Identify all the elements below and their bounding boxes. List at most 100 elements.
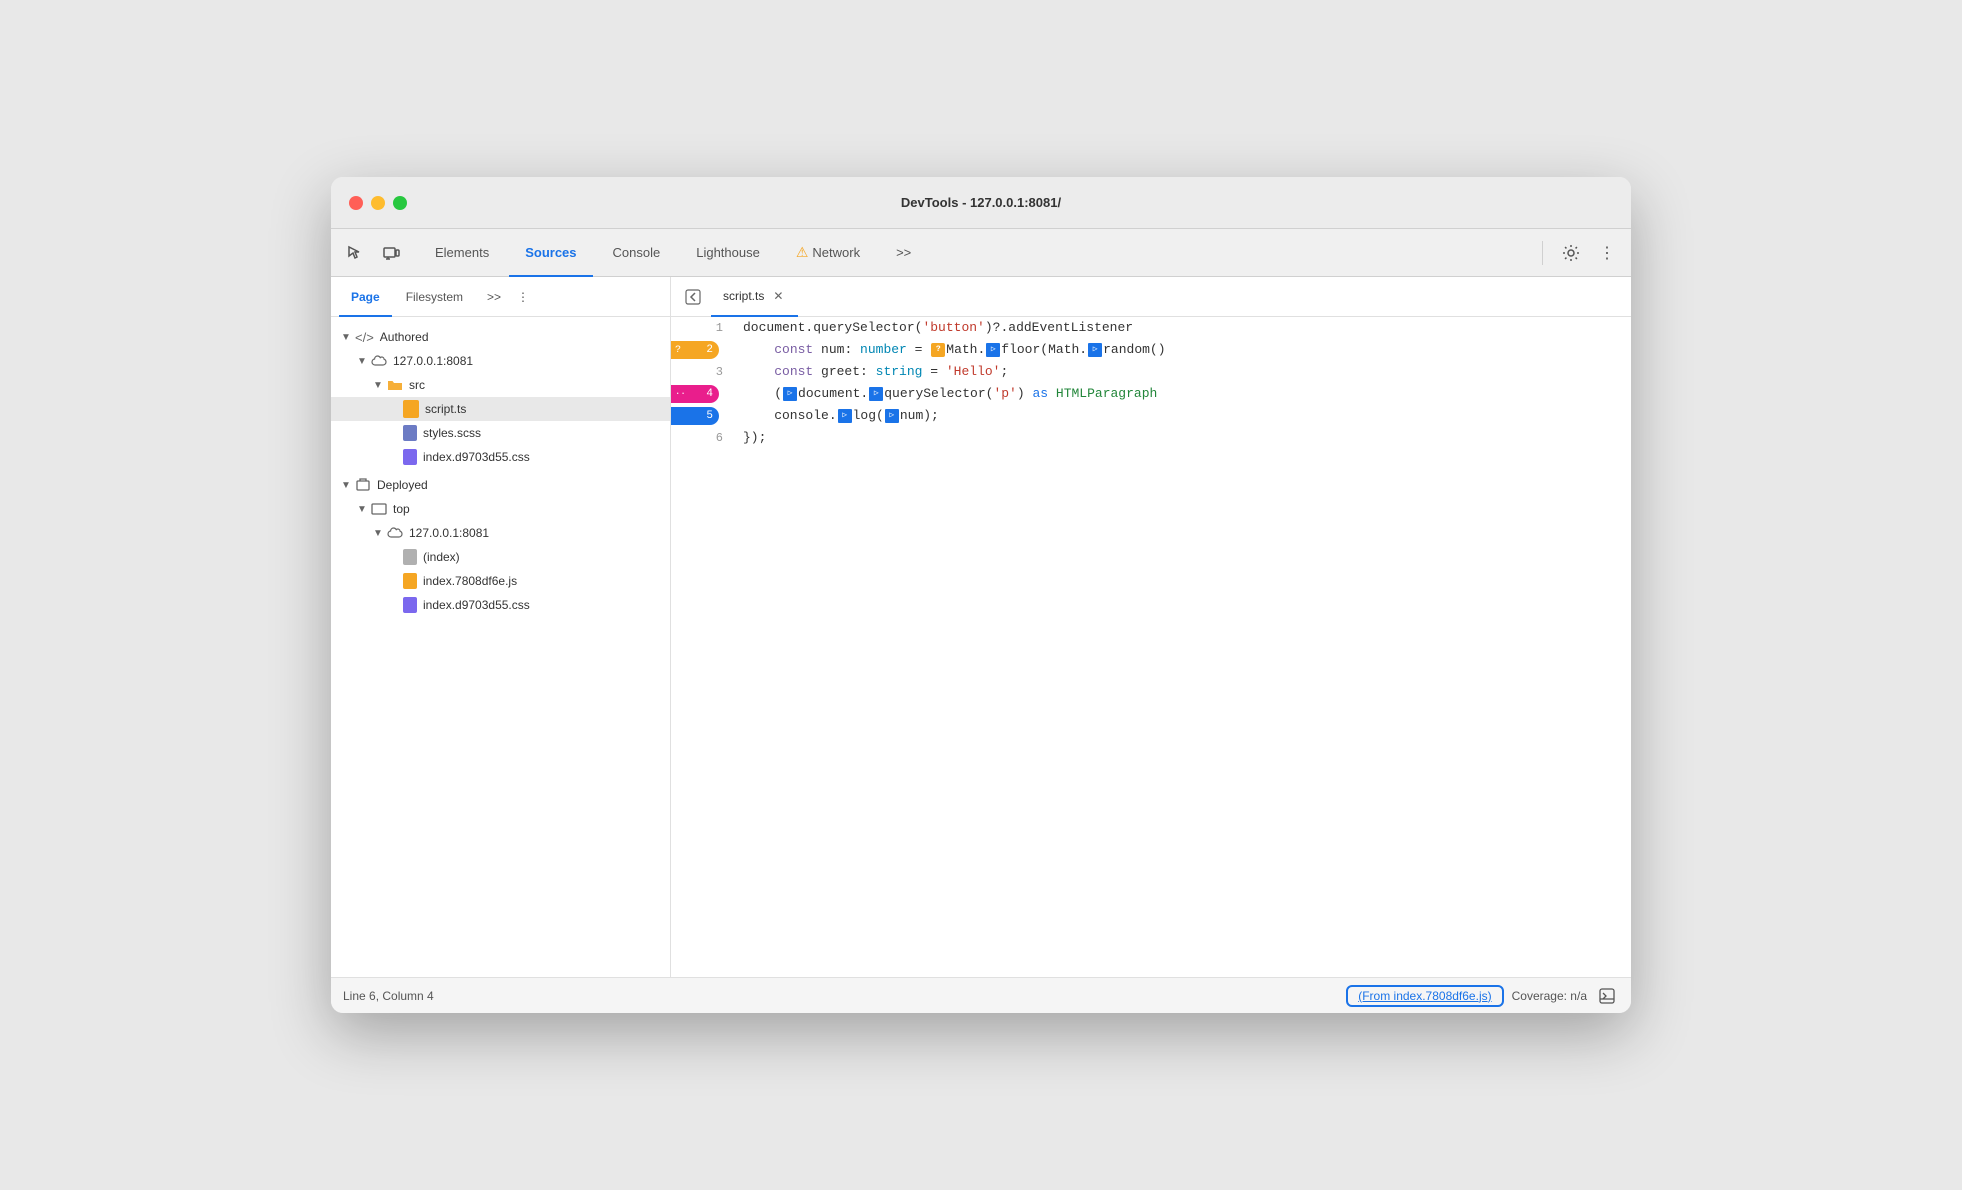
tree-item-authored-host[interactable]: ▼ 127.0.0.1:8081 [331, 349, 670, 373]
tree-item-styles-scss[interactable]: styles.scss [331, 421, 670, 445]
tree-item-index-html[interactable]: (index) [331, 545, 670, 569]
code-area[interactable]: 1 ? 2 3 [671, 317, 1631, 977]
more-options-button[interactable]: ⋮ [1591, 237, 1623, 269]
top-folder-icon [371, 502, 387, 516]
badge-dots-icon: ·· [675, 389, 686, 399]
tree-arrow-src: ▼ [371, 378, 385, 392]
main-area: Page Filesystem >> ⋮ ▼ </> Authored [331, 277, 1631, 977]
more-options-icon: ⋮ [1599, 243, 1615, 263]
window-title: DevTools - 127.0.0.1:8081/ [901, 195, 1061, 210]
coverage-text: Coverage: n/a [1512, 989, 1587, 1003]
tab-sources[interactable]: Sources [509, 229, 592, 277]
line-number-2: ? 2 [671, 339, 731, 361]
authored-icon: </> [355, 330, 374, 345]
tree-arrow-index-css [387, 450, 401, 464]
tree-item-index-css[interactable]: index.d9703d55.css [331, 445, 670, 469]
tree-arrow-index-js [387, 574, 401, 588]
tree-arrow-script-ts [387, 402, 401, 416]
tree-label-index-css2: index.d9703d55.css [423, 598, 530, 612]
toolbar-right: ⋮ [1534, 237, 1623, 269]
sidebar-tabs: Page Filesystem >> ⋮ [331, 277, 670, 317]
console-panel-button[interactable] [1595, 984, 1619, 1008]
tree-item-script-ts[interactable]: script.ts [331, 397, 670, 421]
minimize-button[interactable] [371, 196, 385, 210]
type-icon-blue-4a: ▷ [783, 387, 797, 401]
cloud-icon-deployed [387, 526, 403, 540]
tree-arrow-deployed: ▼ [339, 478, 353, 492]
editor-tab-filename: script.ts [723, 289, 764, 303]
sidebar: Page Filesystem >> ⋮ ▼ </> Authored [331, 277, 671, 977]
code-line-3: const greet: string = 'Hello'; [743, 361, 1619, 383]
tree-arrow-index-html [387, 550, 401, 564]
tree-arrow-deployed-host: ▼ [371, 526, 385, 540]
close-button[interactable] [349, 196, 363, 210]
editor-back-button[interactable] [679, 283, 707, 311]
editor-tab-script-ts[interactable]: script.ts ✕ [711, 277, 798, 317]
sidebar-tab-filesystem[interactable]: Filesystem [394, 277, 475, 317]
traffic-lights [349, 196, 407, 210]
code-line-1: document.querySelector('button')?.addEve… [743, 317, 1619, 339]
line-number-6: 6 [671, 427, 731, 449]
tree-label-styles-scss: styles.scss [423, 426, 481, 440]
inspect-icon[interactable] [339, 237, 371, 269]
deployed-icon [355, 477, 371, 493]
tab-console[interactable]: Console [597, 229, 677, 277]
tree-item-index-js[interactable]: index.7808df6e.js [331, 569, 670, 593]
css-file-icon-2 [403, 597, 417, 613]
code-content[interactable]: document.querySelector('button')?.addEve… [731, 317, 1631, 977]
settings-button[interactable] [1555, 237, 1587, 269]
tree-item-src[interactable]: ▼ src [331, 373, 670, 397]
editor-area: script.ts ✕ 1 ? 2 [671, 277, 1631, 977]
type-icon-blue-5a: ▷ [838, 409, 852, 423]
sidebar-options-button[interactable]: ⋮ [511, 288, 535, 306]
tree-item-authored[interactable]: ▼ </> Authored [331, 325, 670, 349]
tree-label-deployed: Deployed [377, 478, 428, 492]
js-file-icon [403, 573, 417, 589]
tree-item-top[interactable]: ▼ top [331, 497, 670, 521]
html-file-icon [403, 549, 417, 565]
editor-tab-close-button[interactable]: ✕ [770, 288, 786, 304]
tree-label-top: top [393, 502, 410, 516]
tree-label-authored-host: 127.0.0.1:8081 [393, 354, 473, 368]
source-filename[interactable]: index.7808df6e.js [1394, 989, 1488, 1003]
tab-elements[interactable]: Elements [419, 229, 505, 277]
tab-network[interactable]: ⚠ Network [780, 229, 876, 277]
code-line-2: const num: number = ?Math.▷floor(Math.▷r… [743, 339, 1619, 361]
editor-tabs: script.ts ✕ [671, 277, 1631, 317]
tree-arrow-styles-scss [387, 426, 401, 440]
sidebar-more-tabs-button[interactable]: >> [481, 288, 507, 306]
statusbar: Line 6, Column 4 (From index.7808df6e.js… [331, 977, 1631, 1013]
type-icon-blue-2a: ▷ [986, 343, 1000, 357]
type-icon-orange-2: ? [931, 343, 945, 357]
code-line-4: (▷document.▷querySelector('p') as HTMLPa… [743, 383, 1619, 405]
tree-item-deployed-host[interactable]: ▼ 127.0.0.1:8081 [331, 521, 670, 545]
breakpoint-badge-2: ? 2 [671, 341, 719, 359]
tree-arrow-top: ▼ [355, 502, 369, 516]
toolbar-separator [1542, 241, 1543, 265]
device-icon[interactable] [375, 237, 407, 269]
tree-label-index-js: index.7808df6e.js [423, 574, 517, 588]
line-number-1: 1 [671, 317, 731, 339]
type-icon-blue-2b: ▷ [1088, 343, 1102, 357]
line-number-5: 5 [671, 405, 731, 427]
tree-label-deployed-host: 127.0.0.1:8081 [409, 526, 489, 540]
tab-lighthouse[interactable]: Lighthouse [680, 229, 776, 277]
source-link[interactable]: (From index.7808df6e.js) [1346, 985, 1503, 1007]
more-tabs-button[interactable]: >> [880, 229, 927, 277]
line-numbers: 1 ? 2 3 [671, 317, 731, 977]
code-line-6: }); [743, 427, 1619, 449]
badge-question-icon: ? [675, 345, 681, 356]
sidebar-more: >> ⋮ [481, 288, 535, 306]
source-info: (From index.7808df6e.js) Coverage: n/a [1346, 984, 1619, 1008]
line-number-3: 3 [671, 361, 731, 383]
tree-item-deployed[interactable]: ▼ Deployed [331, 473, 670, 497]
maximize-button[interactable] [393, 196, 407, 210]
line-number-4: ·· 4 [671, 383, 731, 405]
breakpoint-badge-5: 5 [671, 407, 719, 425]
devtools-window: DevTools - 127.0.0.1:8081/ Elements [331, 177, 1631, 1013]
toolbar: Elements Sources Console Lighthouse ⚠ Ne… [331, 229, 1631, 277]
ts-file-icon [403, 400, 419, 418]
tree-item-index-css2[interactable]: index.d9703d55.css [331, 593, 670, 617]
sidebar-tab-page[interactable]: Page [339, 277, 392, 317]
tree-label-index-html: (index) [423, 550, 460, 564]
